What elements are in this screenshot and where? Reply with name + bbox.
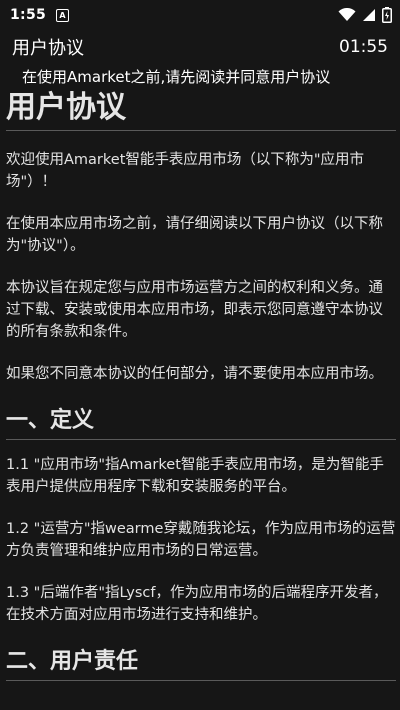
definition-item: 1.1 "应用市场"指Amarket智能手表应用市场，是为智能手表用户提供应用程… xyxy=(6,457,384,495)
intro-paragraph: 如果您不同意本协议的任何部分，请不要使用本应用市场。 xyxy=(6,366,383,382)
agreement-document[interactable]: 用户协议 欢迎使用Amarket智能手表应用市场（以下称为"应用市场"）！ 在使… xyxy=(6,88,396,695)
app-bar: 用户协议 01:55 xyxy=(0,30,400,64)
intro-paragraph: 欢迎使用Amarket智能手表应用市场（以下称为"应用市场"）！ xyxy=(6,152,365,190)
app-title: 用户协议 xyxy=(12,38,84,59)
section-title-definitions: 一、定义 xyxy=(6,405,396,440)
app-clock: 01:55 xyxy=(339,37,388,57)
notification-icon: A xyxy=(56,8,70,22)
agreement-notice: 在使用Amarket之前,请先阅读并同意用户协议 xyxy=(22,68,331,86)
document-title: 用户协议 xyxy=(6,88,396,131)
wifi-icon xyxy=(338,8,356,21)
section-title-user-responsibility: 二、用户责任 xyxy=(6,646,396,681)
intro-paragraph: 在使用本应用市场之前，请仔细阅读以下用户协议（以下称为"协议"）。 xyxy=(6,216,383,254)
definition-item: 1.3 "后端作者"指Lyscf，作为应用市场的后端程序开发者，在技术方面对应用… xyxy=(6,585,388,623)
signal-icon xyxy=(363,9,375,21)
definition-item: 1.2 "运营方"指wearme穿戴随我论坛，作为应用市场的运营方负责管理和维护… xyxy=(6,521,396,559)
battery-icon xyxy=(382,7,392,23)
intro-paragraph: 本协议旨在规定您与应用市场运营方之间的权利和义务。通过下载、安装或使用本应用市场… xyxy=(6,280,383,340)
status-time: 1:55 xyxy=(10,7,47,23)
status-bar: 1:55 A xyxy=(0,0,400,30)
status-icons xyxy=(338,7,392,23)
